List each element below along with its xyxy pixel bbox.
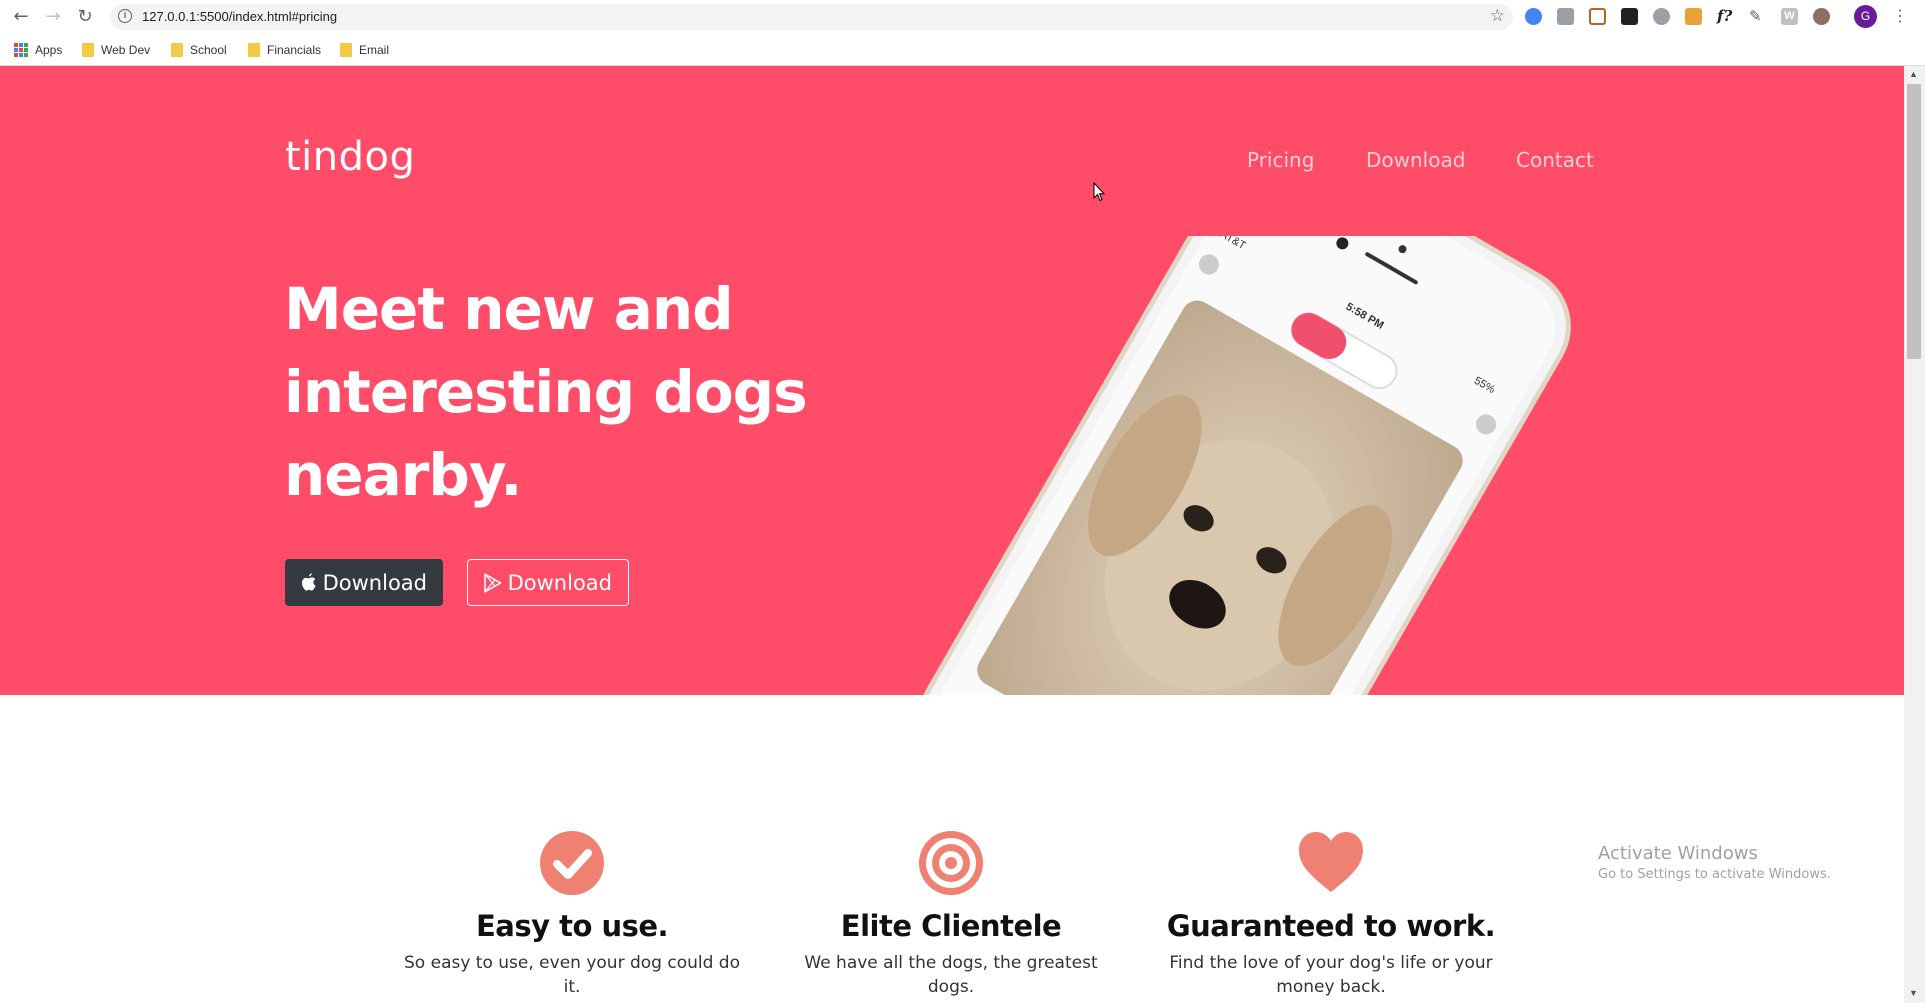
site-info-icon[interactable]: i: [118, 9, 132, 23]
extension-eyedropper-icon[interactable]: ✎: [1749, 8, 1766, 25]
hero-headline: Meet new and interesting dogs nearby.: [284, 275, 808, 509]
bookmarks-bar: Apps Web Dev School Financials Email: [0, 35, 1925, 66]
menu-kebab-icon[interactable]: ⋮: [1892, 6, 1908, 26]
phone-mockup-image: AT&T 5:58 PM 55%: [919, 236, 1571, 695]
profile-avatar[interactable]: G: [1854, 5, 1877, 28]
folder-icon: [82, 43, 94, 57]
folder-icon: [171, 43, 183, 57]
apple-download-label: Download: [322, 570, 427, 595]
bookmark-label: School: [190, 43, 227, 57]
scrollbar-thumb[interactable]: [1907, 84, 1921, 359]
nav-link-contact[interactable]: Contact: [1516, 148, 1594, 172]
mouse-cursor-icon: [1093, 182, 1105, 202]
heart-icon: [1299, 832, 1363, 892]
bookmark-label: Financials: [267, 43, 322, 57]
extension-w-icon[interactable]: W: [1781, 8, 1798, 25]
address-bar[interactable]: i 127.0.0.1:5500/index.html#pricing ☆: [110, 4, 1513, 30]
bookmark-label: Email: [359, 43, 390, 57]
reload-icon[interactable]: ↻: [74, 6, 96, 28]
watermark-subtitle: Go to Settings to activate Windows.: [1598, 867, 1831, 882]
nav-link-download[interactable]: Download: [1366, 148, 1465, 172]
feature-text: So easy to use, even your dog could do i…: [404, 953, 740, 997]
apple-download-button[interactable]: Download: [285, 559, 443, 606]
feature-title: Elite Clientele: [840, 909, 1062, 943]
check-circle-icon: [540, 831, 604, 895]
play-store-icon: [484, 572, 502, 593]
extension-bug-icon[interactable]: [1813, 8, 1830, 25]
brand-logo[interactable]: tindog: [285, 134, 415, 180]
feature-title: Easy to use.: [475, 909, 669, 943]
feature-text: Find the love of your dog's life or your…: [1169, 953, 1493, 997]
feature-title: Guaranteed to work.: [1166, 909, 1496, 943]
bookmark-email[interactable]: Email: [340, 42, 389, 58]
play-store-download-button[interactable]: Download: [467, 559, 629, 606]
hero-section: tindog Pricing Download Contact Meet new…: [0, 66, 1904, 695]
extension-font-icon[interactable]: f?: [1717, 8, 1734, 25]
extension-translate-icon[interactable]: [1557, 8, 1574, 25]
bookmark-web-dev[interactable]: Web Dev: [82, 42, 150, 58]
feature-easy-to-use: Easy to use. So easy to use, even your d…: [382, 830, 762, 999]
scroll-down-icon[interactable]: ▼: [1909, 988, 1918, 998]
folder-icon: [340, 43, 352, 57]
bullseye-icon: [919, 831, 983, 895]
apple-icon: [301, 572, 316, 591]
bookmark-apps[interactable]: Apps: [14, 42, 62, 58]
activate-windows-watermark: Activate Windows Go to Settings to activ…: [1598, 843, 1831, 882]
forward-arrow-icon[interactable]: →: [42, 6, 64, 28]
bookmark-label: Web Dev: [101, 43, 151, 57]
bookmark-school[interactable]: School: [171, 42, 227, 58]
back-arrow-icon[interactable]: ←: [10, 6, 32, 28]
folder-icon: [248, 43, 260, 57]
url-text[interactable]: 127.0.0.1:5500/index.html#pricing: [142, 9, 337, 24]
browser-toolbar: ← → ↻ i 127.0.0.1:5500/index.html#pricin…: [0, 0, 1925, 33]
bookmark-star-icon[interactable]: ☆: [1490, 6, 1505, 26]
extension-pocket-icon[interactable]: [1589, 8, 1606, 25]
apps-grid-icon: [14, 43, 28, 57]
extension-dots-icon[interactable]: [1621, 8, 1638, 25]
scroll-up-icon[interactable]: ▲: [1909, 69, 1918, 79]
extension-google-icon[interactable]: [1525, 8, 1542, 25]
feature-elite-clientele: Elite Clientele We have all the dogs, th…: [761, 830, 1141, 999]
play-download-label: Download: [507, 570, 612, 595]
bookmark-financials[interactable]: Financials: [248, 42, 321, 58]
extension-burger-icon[interactable]: [1685, 8, 1702, 25]
nav-link-pricing[interactable]: Pricing: [1247, 148, 1314, 172]
extension-compass-icon[interactable]: [1653, 8, 1670, 25]
watermark-title: Activate Windows: [1598, 843, 1758, 864]
feature-guaranteed: Guaranteed to work. Find the love of you…: [1141, 830, 1521, 999]
feature-text: We have all the dogs, the greatest dogs.: [804, 953, 1098, 997]
bookmark-label: Apps: [35, 43, 63, 57]
